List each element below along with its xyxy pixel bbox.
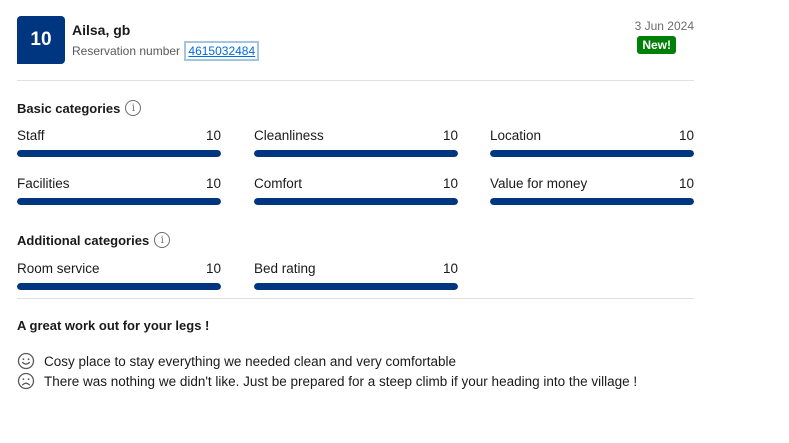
category-label: Location	[490, 128, 542, 143]
smiling-face-icon	[17, 352, 35, 370]
reviewer-name: Ailsa, gb	[72, 22, 131, 38]
category-label: Staff	[17, 128, 45, 143]
category-score: 10	[678, 176, 694, 191]
category-label: Bed rating	[254, 261, 316, 276]
new-badge: New!	[637, 36, 676, 54]
reservation-label: Reservation number	[72, 44, 181, 58]
positive-comment: Cosy place to stay everything we needed …	[17, 352, 456, 370]
category-bar-fill	[254, 198, 458, 205]
category-bar	[490, 198, 694, 205]
review-header: 10 Ailsa, gb Reservation number 46150324…	[17, 16, 694, 68]
category-bar-fill	[490, 150, 694, 157]
category-bar-fill	[17, 198, 221, 205]
category-score: 10	[442, 261, 458, 276]
category-score: 10	[205, 128, 221, 143]
reservation-info: Reservation number 4615032484	[72, 41, 260, 61]
basic-categories-heading: Basic categories i	[17, 100, 142, 116]
category-score: 10	[442, 176, 458, 191]
negative-comment: There was nothing we didn't like. Just b…	[17, 372, 637, 390]
additional-categories-heading: Additional categories i	[17, 232, 171, 248]
category-bar	[254, 150, 458, 157]
additional-categories-title: Additional categories	[17, 232, 150, 248]
category-bar-fill	[254, 283, 458, 290]
frowning-face-icon	[17, 372, 35, 390]
category-score: 10	[205, 176, 221, 191]
basic-categories-title: Basic categories	[17, 100, 121, 116]
category-label: Room service	[17, 261, 100, 276]
category-label: Value for money	[490, 176, 588, 191]
category-bar	[17, 283, 221, 290]
category-bar	[254, 198, 458, 205]
category-bar	[254, 283, 458, 290]
category-bar	[17, 150, 221, 157]
category-label: Cleanliness	[254, 128, 324, 143]
category-score: 10	[678, 128, 694, 143]
reservation-number-link[interactable]: 4615032484	[184, 41, 260, 61]
category-bar	[17, 198, 221, 205]
review-title: A great work out for your legs !	[17, 318, 210, 333]
category-bar-fill	[490, 198, 694, 205]
category-label: Comfort	[254, 176, 303, 191]
category-bar	[490, 150, 694, 157]
info-icon[interactable]: i	[154, 232, 171, 248]
review-date: 3 Jun 2024	[634, 19, 694, 33]
review-score-badge: 10	[17, 16, 65, 64]
info-icon[interactable]: i	[125, 100, 142, 116]
negative-comment-text: There was nothing we didn't like. Just b…	[44, 373, 638, 389]
category-label: Facilities	[17, 176, 70, 191]
header-divider	[17, 80, 694, 81]
category-bar-fill	[17, 283, 221, 290]
category-bar-fill	[254, 150, 458, 157]
category-score: 10	[205, 261, 221, 276]
positive-comment-text: Cosy place to stay everything we needed …	[44, 353, 456, 369]
content-divider	[17, 298, 694, 299]
category-score: 10	[442, 128, 458, 143]
category-bar-fill	[17, 150, 221, 157]
